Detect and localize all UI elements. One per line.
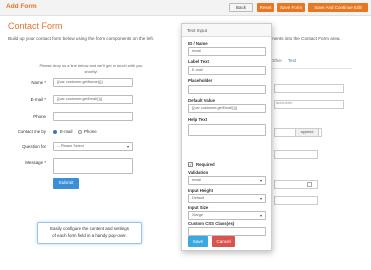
email-field[interactable]: {{var customer.getEmail()}} bbox=[53, 95, 133, 104]
input-size-select[interactable]: Xlarge ▾ bbox=[188, 211, 266, 220]
phone-field[interactable] bbox=[53, 112, 133, 121]
required-label: Required bbox=[196, 162, 215, 167]
page-intro-tail: ments into the Contact Form area. bbox=[271, 36, 341, 41]
label-text-label: Label Text bbox=[188, 59, 209, 64]
name-field[interactable]: {{var customer.getName()}} bbox=[53, 78, 133, 87]
id-name-label: ID / Name bbox=[188, 41, 208, 46]
field-settings-popover: Text Input ID / Name email Label Text E-… bbox=[181, 23, 272, 251]
question-label: Question for bbox=[22, 144, 46, 149]
label-text-input[interactable]: E-mail bbox=[188, 66, 266, 75]
form-intro-line2: shortly! bbox=[84, 69, 98, 74]
input-size-label: Input Size bbox=[188, 205, 209, 210]
custom-css-input[interactable] bbox=[188, 227, 266, 236]
save-form-button[interactable]: Save Form bbox=[277, 3, 305, 12]
tab-other[interactable]: Other bbox=[271, 58, 282, 63]
message-label: Message * bbox=[25, 160, 46, 165]
validation-label: Validation bbox=[188, 170, 209, 175]
default-value-input[interactable]: {{var customer.getEmail()}} bbox=[188, 104, 266, 113]
help-text-label: Help Text bbox=[188, 117, 208, 122]
question-select-value: -- Please Select bbox=[57, 144, 84, 148]
page-title: Contact Form bbox=[8, 21, 63, 31]
chevron-down-icon: ▾ bbox=[259, 196, 262, 201]
callout-line1: Easily configure the content and setting… bbox=[50, 226, 129, 231]
help-text-input[interactable] bbox=[188, 124, 266, 136]
save-and-continue-button[interactable]: Save And Continue Edit bbox=[308, 3, 368, 12]
tab-divider bbox=[272, 68, 352, 69]
reset-button[interactable]: Reset bbox=[257, 3, 274, 12]
bg-placeholder-text: aceholder bbox=[276, 101, 293, 105]
popover-title: Text Input bbox=[182, 24, 271, 37]
bg-input-5 bbox=[274, 196, 318, 205]
contact-by-label: Contact me by bbox=[17, 129, 46, 134]
validation-select-value: email bbox=[192, 178, 202, 182]
form-intro: Please drop us a line below and we'll ge… bbox=[16, 63, 166, 75]
bg-input-1 bbox=[274, 84, 344, 93]
feature-callout: Easily configure the content and setting… bbox=[37, 222, 142, 244]
email-label: E-mail * bbox=[30, 97, 46, 102]
callout-line2: of each form field in a handy pop-over. bbox=[52, 232, 127, 238]
input-height-label: Input Height bbox=[188, 188, 214, 193]
input-size-select-value: Xlarge bbox=[192, 213, 203, 217]
bg-append-addon: append bbox=[295, 128, 319, 137]
validation-select[interactable]: email ▾ bbox=[188, 176, 266, 185]
contact-email-option: E-mail bbox=[60, 129, 73, 134]
submit-button[interactable]: Submit bbox=[53, 178, 79, 189]
question-select[interactable]: -- Please Select ▾ bbox=[53, 142, 133, 151]
required-checkbox[interactable]: ✓ bbox=[188, 162, 193, 167]
bg-checkbox bbox=[307, 182, 312, 187]
chevron-down-icon: ▾ bbox=[259, 213, 262, 218]
placeholder-label: Placeholder bbox=[188, 78, 213, 83]
default-value-label: Default Value bbox=[188, 98, 215, 103]
input-height-select[interactable]: Default ▾ bbox=[188, 194, 266, 203]
app-title: Add Form bbox=[6, 3, 37, 10]
chevron-down-icon: ▾ bbox=[126, 144, 129, 149]
contact-email-radio[interactable] bbox=[53, 130, 57, 134]
chevron-down-icon: ▾ bbox=[259, 178, 262, 183]
message-textarea[interactable] bbox=[53, 158, 133, 174]
custom-css-label: Custom CSS Class(es) bbox=[188, 221, 235, 226]
contact-phone-radio[interactable] bbox=[78, 130, 82, 134]
name-label: Name * bbox=[31, 80, 46, 85]
page-intro: Build up your contact form below using t… bbox=[8, 36, 155, 41]
tab-text[interactable]: Text bbox=[288, 58, 296, 63]
back-button[interactable]: Back bbox=[229, 3, 253, 12]
popover-cancel-button[interactable]: Cancel bbox=[212, 236, 235, 247]
id-name-input[interactable]: email bbox=[188, 47, 266, 56]
contact-phone-option: Phone bbox=[84, 129, 97, 134]
bg-input-3 bbox=[274, 150, 318, 159]
input-height-select-value: Default bbox=[192, 196, 205, 200]
placeholder-input[interactable] bbox=[188, 85, 266, 94]
phone-label: Phone bbox=[33, 114, 46, 119]
popover-save-button[interactable]: Save bbox=[188, 236, 208, 247]
